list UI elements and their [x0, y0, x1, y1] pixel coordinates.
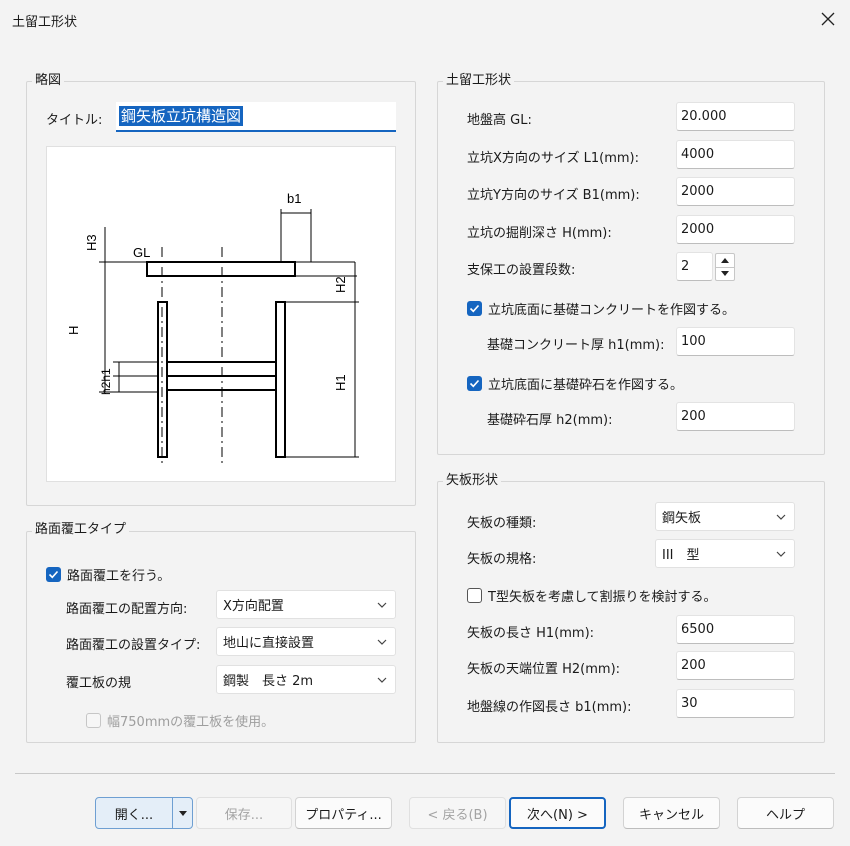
- sheet-kind-value: 鋼矢板: [662, 511, 702, 526]
- check-icon: [46, 567, 61, 582]
- open-dropdown-button[interactable]: [172, 797, 193, 829]
- shaft-y-label: 立坑Y方向のサイズ B1(mm):: [467, 188, 640, 203]
- spin-up-icon[interactable]: [716, 254, 734, 267]
- sketch-label-h2h1: h2h1: [99, 368, 113, 395]
- checkbox-box: [86, 713, 101, 728]
- road-direction-value: X方向配置: [223, 599, 284, 614]
- shaft-x-label: 立坑X方向のサイズ L1(mm):: [467, 151, 640, 166]
- ground-line-field[interactable]: 30: [676, 689, 795, 718]
- title-label: タイトル:: [46, 113, 103, 128]
- shaft-y-field[interactable]: 2000: [676, 177, 795, 206]
- check-icon: [467, 301, 482, 316]
- close-icon: [821, 12, 835, 26]
- sketch-drawing: b1 GL H3 H h2h1 H2 H1: [66, 191, 359, 465]
- chevron-down-icon: [377, 602, 387, 608]
- use-750-label: 幅750mmの覆工板を使用。: [107, 715, 275, 730]
- depth-field[interactable]: 2000: [676, 215, 795, 244]
- board-spec-label: 覆工板の規: [66, 676, 132, 691]
- gravel-thickness-label: 基礎砕石厚 h2(mm):: [487, 413, 613, 428]
- save-button[interactable]: 保存...: [196, 797, 292, 829]
- chevron-down-icon: [776, 514, 786, 520]
- check-icon: [467, 376, 482, 391]
- sheet-kind-label: 矢板の種類:: [467, 516, 537, 531]
- open-button[interactable]: 開く...: [95, 797, 173, 829]
- concrete-thickness-field[interactable]: 100: [676, 327, 795, 356]
- support-stages-label: 支保工の設置段数:: [467, 263, 576, 278]
- sketch-label-b1: b1: [287, 191, 301, 206]
- gravel-thickness-field[interactable]: 200: [676, 402, 795, 431]
- sketch-group-label: 略図: [32, 73, 65, 89]
- sketch-label-h: H: [66, 326, 81, 335]
- sheet-standard-select[interactable]: III 型: [655, 539, 795, 568]
- ground-line-label: 地盤線の作図長さ b1(mm):: [467, 700, 632, 715]
- ground-line-box: [280, 212, 312, 263]
- shape-group-label: 土留工形状: [443, 73, 515, 89]
- title-input-value: 鋼矢板立坑構造図: [119, 106, 244, 126]
- road-enable-label: 路面覆工を行う。: [67, 569, 171, 584]
- sketch-label-h3: H3: [84, 234, 99, 251]
- use-750-checkbox[interactable]: 幅750mmの覆工板を使用。: [86, 711, 274, 730]
- title-input[interactable]: 鋼矢板立坑構造図: [116, 102, 396, 132]
- sheet-standard-value: III 型: [662, 548, 700, 563]
- sketch-label-gl: GL: [133, 245, 150, 260]
- back-button[interactable]: < 戻る(B): [409, 797, 506, 829]
- open-button-label: 開く...: [114, 807, 154, 823]
- sheet-group-label: 矢板形状: [443, 473, 502, 489]
- gravel-checkbox[interactable]: 立坑底面に基礎砕石を作図する。: [467, 374, 683, 393]
- sheet-kind-select[interactable]: 鋼矢板: [655, 502, 795, 531]
- road-direction-label: 路面覆工の配置方向:: [66, 602, 188, 617]
- sheet-top-field[interactable]: 200: [676, 651, 795, 680]
- chevron-down-icon: [377, 677, 387, 683]
- chevron-down-icon: [776, 551, 786, 557]
- board-spec-value: 鋼製 長さ 2m: [223, 674, 314, 689]
- road-install-value: 地山に直接設置: [223, 636, 315, 651]
- support-stages-field[interactable]: 2: [676, 252, 713, 281]
- road-install-label: 路面覆工の設置タイプ:: [66, 638, 201, 653]
- road-enable-checkbox[interactable]: 路面覆工を行う。: [46, 565, 170, 584]
- checkbox-box: [467, 588, 482, 603]
- chevron-down-icon: [377, 639, 387, 645]
- spin-down-icon[interactable]: [716, 266, 734, 281]
- sketch-label-h1: H1: [333, 374, 348, 391]
- properties-button[interactable]: プロパティ...: [295, 797, 392, 829]
- cancel-button[interactable]: キャンセル: [623, 797, 720, 829]
- help-button[interactable]: ヘルプ: [737, 797, 834, 829]
- dropdown-arrow-icon: [178, 810, 187, 816]
- concrete-checkbox[interactable]: 立坑底面に基礎コンクリートを作図する。: [467, 299, 735, 318]
- ground-level-label: 地盤高 GL:: [467, 113, 532, 128]
- next-button[interactable]: 次へ(N) >: [509, 797, 606, 829]
- depth-label: 立坑の掘削深さ H(mm):: [467, 226, 612, 241]
- shaft-x-field[interactable]: 4000: [676, 140, 795, 169]
- sheet-standard-label: 矢板の規格:: [467, 552, 537, 567]
- window-title: 土留工形状: [12, 15, 78, 30]
- sketch-label-h2: H2: [333, 276, 348, 293]
- road-group-label: 路面覆工タイプ: [32, 522, 130, 538]
- road-direction-select[interactable]: X方向配置: [216, 590, 396, 619]
- ground-level-field[interactable]: 20.000: [676, 102, 795, 131]
- footer-separator: [15, 773, 835, 774]
- gravel-checkbox-label: 立坑底面に基礎砕石を作図する。: [488, 378, 684, 393]
- t-type-checkbox[interactable]: T型矢板を考慮して割振りを検討する。: [467, 586, 717, 605]
- sheet-top-label: 矢板の天端位置 H2(mm):: [467, 662, 621, 677]
- cover-plate: [146, 261, 296, 277]
- sketch-preview: b1 GL H3 H h2h1 H2 H1: [46, 146, 396, 482]
- t-type-checkbox-label: T型矢板を考慮して割振りを検討する。: [488, 590, 717, 605]
- title-bar: [0, 0, 850, 38]
- concrete-checkbox-label: 立坑底面に基礎コンクリートを作図する。: [488, 303, 736, 318]
- board-spec-select[interactable]: 鋼製 長さ 2m: [216, 665, 396, 694]
- support-stages-spinner[interactable]: [715, 253, 735, 281]
- close-button[interactable]: [812, 4, 844, 34]
- concrete-thickness-label: 基礎コンクリート厚 h1(mm):: [487, 338, 665, 353]
- sheet-pile-right: [275, 301, 286, 458]
- sheet-length-field[interactable]: 6500: [676, 615, 795, 644]
- sheet-length-label: 矢板の長さ H1(mm):: [467, 626, 595, 641]
- road-install-select[interactable]: 地山に直接設置: [216, 627, 396, 656]
